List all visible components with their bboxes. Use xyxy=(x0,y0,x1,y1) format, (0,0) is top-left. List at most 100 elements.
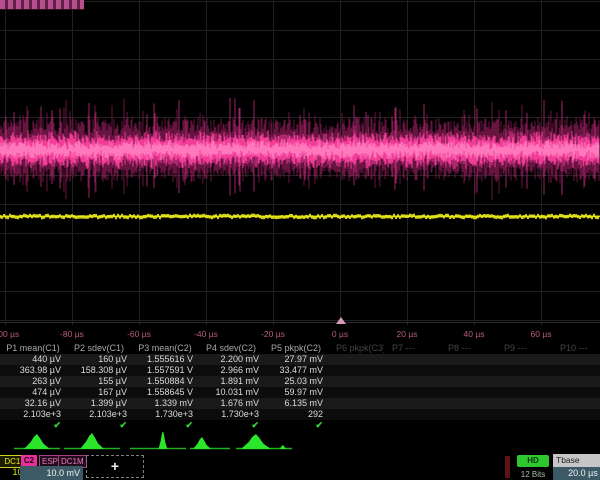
status-check-icon: ✔ xyxy=(66,420,132,431)
measure-cell: 1.730e+3 xyxy=(132,409,198,420)
measure-cell: 1.730e+3 xyxy=(198,409,264,420)
measure-cell xyxy=(440,409,496,420)
measure-status-row: ✔✔✔✔✔ xyxy=(0,420,600,431)
measure-cell: 158.308 µV xyxy=(66,365,132,376)
histicon-peak xyxy=(193,437,211,449)
time-tick-label: 60 µs xyxy=(531,329,552,339)
channel2-scale[interactable]: 10.0 mV xyxy=(20,466,83,480)
measure-cell xyxy=(552,387,600,398)
measure-cell xyxy=(328,365,384,376)
add-trace-button[interactable]: + xyxy=(86,455,144,478)
histicon-peak xyxy=(24,434,50,449)
status-check-icon xyxy=(552,420,600,431)
measure-cell: 1.339 mV xyxy=(132,398,198,409)
measure-cell xyxy=(328,398,384,409)
measure-cell: 2.103e+3 xyxy=(66,409,132,420)
measure-cell xyxy=(552,365,600,376)
measure-column-header[interactable]: P1 mean(C1) xyxy=(0,343,66,354)
measure-row: 32.16 µV1.399 µV1.339 mV1.676 mV6.135 mV xyxy=(0,398,600,409)
measure-cell xyxy=(496,376,552,387)
time-tick-label: -40 µs xyxy=(194,329,218,339)
measure-cell: 6.135 mV xyxy=(264,398,328,409)
time-tick-label: -100 µs xyxy=(0,329,19,339)
measure-cell xyxy=(496,365,552,376)
timebase-descriptor[interactable]: Tbase xyxy=(553,454,600,467)
measure-cell xyxy=(496,387,552,398)
measure-cell xyxy=(440,354,496,365)
measure-row: 363.98 µV158.308 µV1.557591 V2.966 mV33.… xyxy=(0,365,600,376)
histicon-peak xyxy=(241,434,271,449)
histicon-peak xyxy=(159,432,168,449)
status-check-icon xyxy=(496,420,552,431)
measure-cell xyxy=(384,387,440,398)
measure-cell xyxy=(440,376,496,387)
measure-cell xyxy=(384,409,440,420)
measure-cell xyxy=(496,398,552,409)
status-check-icon: ✔ xyxy=(132,420,198,431)
measure-cell: 155 µV xyxy=(66,376,132,387)
measure-column-header[interactable]: P8 --- xyxy=(440,343,496,354)
time-tick-label: 0 µs xyxy=(332,329,348,339)
histicon-peak xyxy=(80,433,104,449)
status-check-icon: ✔ xyxy=(198,420,264,431)
measure-cell xyxy=(440,387,496,398)
measure-cell xyxy=(328,387,384,398)
measure-column-header[interactable]: P10 --- xyxy=(552,343,600,354)
measure-cell: 1.676 mV xyxy=(198,398,264,409)
measure-cell xyxy=(384,376,440,387)
measure-cell: 167 µV xyxy=(66,387,132,398)
measure-cell: 10.031 mV xyxy=(198,387,264,398)
measure-cell xyxy=(384,354,440,365)
measure-cell xyxy=(328,409,384,420)
time-tick-label: 40 µs xyxy=(464,329,485,339)
trigger-descriptor-fragment[interactable] xyxy=(505,456,510,478)
histicon-peak xyxy=(279,445,287,449)
measure-cell: 2.966 mV xyxy=(198,365,264,376)
time-tick-label: -80 µs xyxy=(60,329,84,339)
measure-cell xyxy=(552,376,600,387)
measure-cell: 474 µV xyxy=(0,387,66,398)
channel2-label[interactable]: C2 xyxy=(21,455,37,466)
waveform-grid[interactable] xyxy=(0,0,600,330)
trigger-position-icon[interactable] xyxy=(336,317,346,324)
measure-column-header[interactable]: P4 sdev(C2) xyxy=(198,343,264,354)
measure-row: 263 µV155 µV1.550884 V1.891 mV25.03 mV xyxy=(0,376,600,387)
measure-row: 2.103e+32.103e+31.730e+31.730e+3292 xyxy=(0,409,600,420)
status-check-icon: ✔ xyxy=(0,420,66,431)
measure-column-header[interactable]: P3 mean(C2) xyxy=(132,343,198,354)
measure-cell: 263 µV xyxy=(0,376,66,387)
measure-cell: 363.98 µV xyxy=(0,365,66,376)
measure-cell xyxy=(552,354,600,365)
time-tick-label: -60 µs xyxy=(127,329,151,339)
measure-cell: 2.200 mV xyxy=(198,354,264,365)
measure-cell xyxy=(384,398,440,409)
measure-column-header[interactable]: P2 sdev(C1) xyxy=(66,343,132,354)
measure-header-row: P1 mean(C1)P2 sdev(C1)P3 mean(C2)P4 sdev… xyxy=(0,343,600,354)
measure-column-header[interactable]: P9 --- xyxy=(496,343,552,354)
measure-cell: 160 µV xyxy=(66,354,132,365)
measure-column-header[interactable]: P5 pkpk(C2) xyxy=(264,343,328,354)
measure-cell: 1.557591 V xyxy=(132,365,198,376)
measure-column-header[interactable]: P6 pkpk(C3) xyxy=(328,343,384,354)
measure-cell: 59.97 mV xyxy=(264,387,328,398)
hd-mode-button[interactable]: HD xyxy=(517,455,549,467)
timebase-scale[interactable]: 20.0 µs xyxy=(553,467,600,480)
measure-cell xyxy=(384,365,440,376)
measure-cell: 1.555616 V xyxy=(132,354,198,365)
measure-cell: 1.558645 V xyxy=(132,387,198,398)
measure-cell: 33.477 mV xyxy=(264,365,328,376)
measure-cell: 25.03 mV xyxy=(264,376,328,387)
status-check-icon xyxy=(328,420,384,431)
measure-histicons xyxy=(0,432,600,457)
measure-cell xyxy=(328,376,384,387)
measure-cell: 1.399 µV xyxy=(66,398,132,409)
measure-cell: 2.103e+3 xyxy=(0,409,66,420)
measure-cell: 440 µV xyxy=(0,354,66,365)
status-check-icon xyxy=(440,420,496,431)
measure-column-header[interactable]: P7 --- xyxy=(384,343,440,354)
hd-bits-label: 12 Bits xyxy=(513,469,553,480)
measure-cell xyxy=(496,409,552,420)
oscilloscope-screen: -100 µs-80 µs-60 µs-40 µs-20 µs0 µs20 µs… xyxy=(0,0,600,480)
time-tick-label: -20 µs xyxy=(261,329,285,339)
measure-cell xyxy=(552,398,600,409)
